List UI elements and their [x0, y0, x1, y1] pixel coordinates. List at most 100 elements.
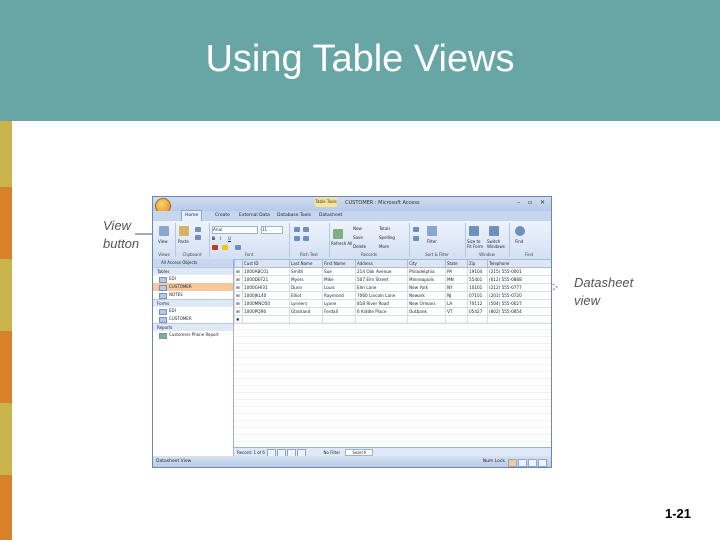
table-cell[interactable]: 1000ABC01: [242, 267, 290, 276]
paste-button[interactable]: Paste: [178, 239, 189, 244]
table-cell[interactable]: Louis: [322, 283, 356, 292]
format-painter-icon[interactable]: [195, 235, 201, 240]
table-cell[interactable]: 19104: [467, 267, 488, 276]
find-button[interactable]: Find: [515, 239, 523, 244]
table-cell[interactable]: PA: [445, 267, 468, 276]
more-button[interactable]: More: [379, 244, 389, 249]
row-selector[interactable]: ⊞: [234, 299, 243, 308]
column-header[interactable]: First Name: [322, 259, 356, 268]
column-header[interactable]: State: [445, 259, 468, 268]
font-name-select[interactable]: Arial: [212, 226, 258, 234]
table-cell[interactable]: 1000GHI31: [242, 283, 290, 292]
table-cell[interactable]: Lyneers: [289, 299, 323, 308]
nav-item-notes-table[interactable]: NOTES: [153, 291, 233, 299]
table-cell[interactable]: New Orleans: [407, 299, 446, 308]
table-cell[interactable]: Elliot: [289, 291, 323, 300]
table-cell[interactable]: Ferdall: [322, 307, 356, 316]
row-selector[interactable]: ⊞: [234, 291, 243, 300]
table-cell[interactable]: (212) 555-0777: [487, 283, 551, 292]
filter-icon[interactable]: [427, 226, 437, 236]
italic-button[interactable]: I: [220, 236, 221, 241]
nav-item-edi-table[interactable]: EDI: [153, 275, 233, 283]
table-cell[interactable]: MN: [445, 275, 468, 284]
font-size-select[interactable]: 11: [261, 226, 283, 234]
new-record-button[interactable]: New: [353, 226, 362, 231]
table-cell[interactable]: 1000JKL40: [242, 291, 290, 300]
table-cell[interactable]: Newark: [407, 291, 446, 300]
row-selector[interactable]: ⊞: [234, 275, 243, 284]
cut-icon[interactable]: [195, 227, 201, 232]
switch-windows-button[interactable]: Switch Windows: [487, 239, 507, 249]
table-cell[interactable]: 7060 Lincoln Lane: [355, 291, 408, 300]
table-row[interactable]: ⊞ 1000DEF21 Myers Mike 507 Elm Street Minneap…: [234, 275, 551, 284]
pivottable-view-icon[interactable]: [518, 458, 527, 467]
numbering-icon[interactable]: [303, 236, 309, 241]
table-cell[interactable]: Smith: [289, 267, 323, 276]
table-cell[interactable]: 1000DEF21: [242, 275, 290, 284]
table-cell[interactable]: Mike: [322, 275, 356, 284]
row-selector[interactable]: ⊞: [234, 283, 243, 292]
table-cell[interactable]: 05427: [467, 307, 488, 316]
totals-button[interactable]: Totals: [379, 226, 390, 231]
new-record-selector[interactable]: ✱: [234, 315, 243, 324]
table-cell[interactable]: (215) 555-0001: [487, 267, 551, 276]
table-cell[interactable]: [289, 315, 323, 324]
table-cell[interactable]: Minneapolis: [407, 275, 446, 284]
column-header[interactable]: Address: [355, 259, 408, 268]
search-box[interactable]: Search: [345, 449, 374, 456]
table-cell[interactable]: 1000PQR6: [242, 307, 290, 316]
table-cell[interactable]: Myers: [289, 275, 323, 284]
sort-descending-icon[interactable]: [413, 236, 419, 241]
row-selector[interactable]: ⊞: [234, 267, 243, 276]
nav-item-customer-table[interactable]: CUSTOMER: [153, 283, 233, 291]
view-button[interactable]: View: [158, 239, 168, 244]
sort-ascending-icon[interactable]: [413, 227, 419, 232]
nav-section-forms[interactable]: Forms: [153, 299, 233, 307]
delete-record-button[interactable]: Delete: [353, 244, 366, 249]
design-view-icon[interactable]: [538, 458, 547, 467]
bold-button[interactable]: B: [212, 236, 215, 241]
filter-status[interactable]: No Filter: [324, 450, 341, 455]
table-cell[interactable]: [407, 315, 446, 324]
column-header[interactable]: Cust ID: [242, 259, 290, 268]
table-cell[interactable]: 1000MNO50: [242, 299, 290, 308]
tab-datasheet[interactable]: Datasheet: [319, 211, 342, 221]
nav-section-reports[interactable]: Reports: [153, 323, 233, 331]
table-row[interactable]: ⊞ 1000JKL40 Elliot Raymond 7060 Lincoln Lane…: [234, 291, 551, 300]
nav-pane-header[interactable]: All Access Objects: [153, 259, 233, 267]
align-icon[interactable]: [294, 227, 300, 232]
table-cell[interactable]: 214 Oak Avenue: [355, 267, 408, 276]
window-controls[interactable]: – ▫ ✕: [517, 199, 548, 206]
row-selector-header[interactable]: [234, 259, 243, 268]
table-cell[interactable]: (201) 555-0720: [487, 291, 551, 300]
nav-item-customer-form[interactable]: CUSTOMER: [153, 315, 233, 323]
column-header[interactable]: City: [407, 259, 446, 268]
view-icon[interactable]: [159, 226, 169, 236]
view-switcher[interactable]: [507, 458, 547, 467]
refresh-icon[interactable]: [333, 229, 343, 239]
table-cell[interactable]: 07101: [467, 291, 488, 300]
column-header[interactable]: Zip: [467, 259, 488, 268]
nav-item-customers-phone-report[interactable]: Customers Phone Report: [153, 331, 233, 339]
datasheet-view-icon[interactable]: [508, 458, 517, 467]
table-cell[interactable]: Elm Lane: [355, 283, 408, 292]
table-cell[interactable]: 818 River Road: [355, 299, 408, 308]
table-cell[interactable]: (504) 555-0027: [487, 299, 551, 308]
table-cell[interactable]: 507 Elm Street: [355, 275, 408, 284]
table-cell[interactable]: 6 Kiddle Place: [355, 307, 408, 316]
underline-button[interactable]: U: [228, 236, 231, 241]
gridlines-icon[interactable]: [235, 245, 241, 250]
table-cell[interactable]: [242, 315, 290, 324]
table-cell[interactable]: Dunn: [289, 283, 323, 292]
table-row[interactable]: ⊞ 1000GHI31 Dunn Louis Elm Lane New York NY 101…: [234, 283, 551, 292]
table-cell[interactable]: 10101: [467, 283, 488, 292]
table-cell[interactable]: [355, 315, 408, 324]
size-to-fit-icon[interactable]: [469, 226, 479, 236]
paste-icon[interactable]: [179, 226, 189, 236]
table-cell[interactable]: (802) 555-0854: [487, 307, 551, 316]
indent-icon[interactable]: [303, 227, 309, 232]
table-cell[interactable]: Raymond: [322, 291, 356, 300]
column-header[interactable]: Last Name: [289, 259, 323, 268]
table-row[interactable]: ⊞ 1000ABC01 Smith Sue 214 Oak Avenue Philadel…: [234, 267, 551, 276]
table-cell[interactable]: NJ: [445, 291, 468, 300]
